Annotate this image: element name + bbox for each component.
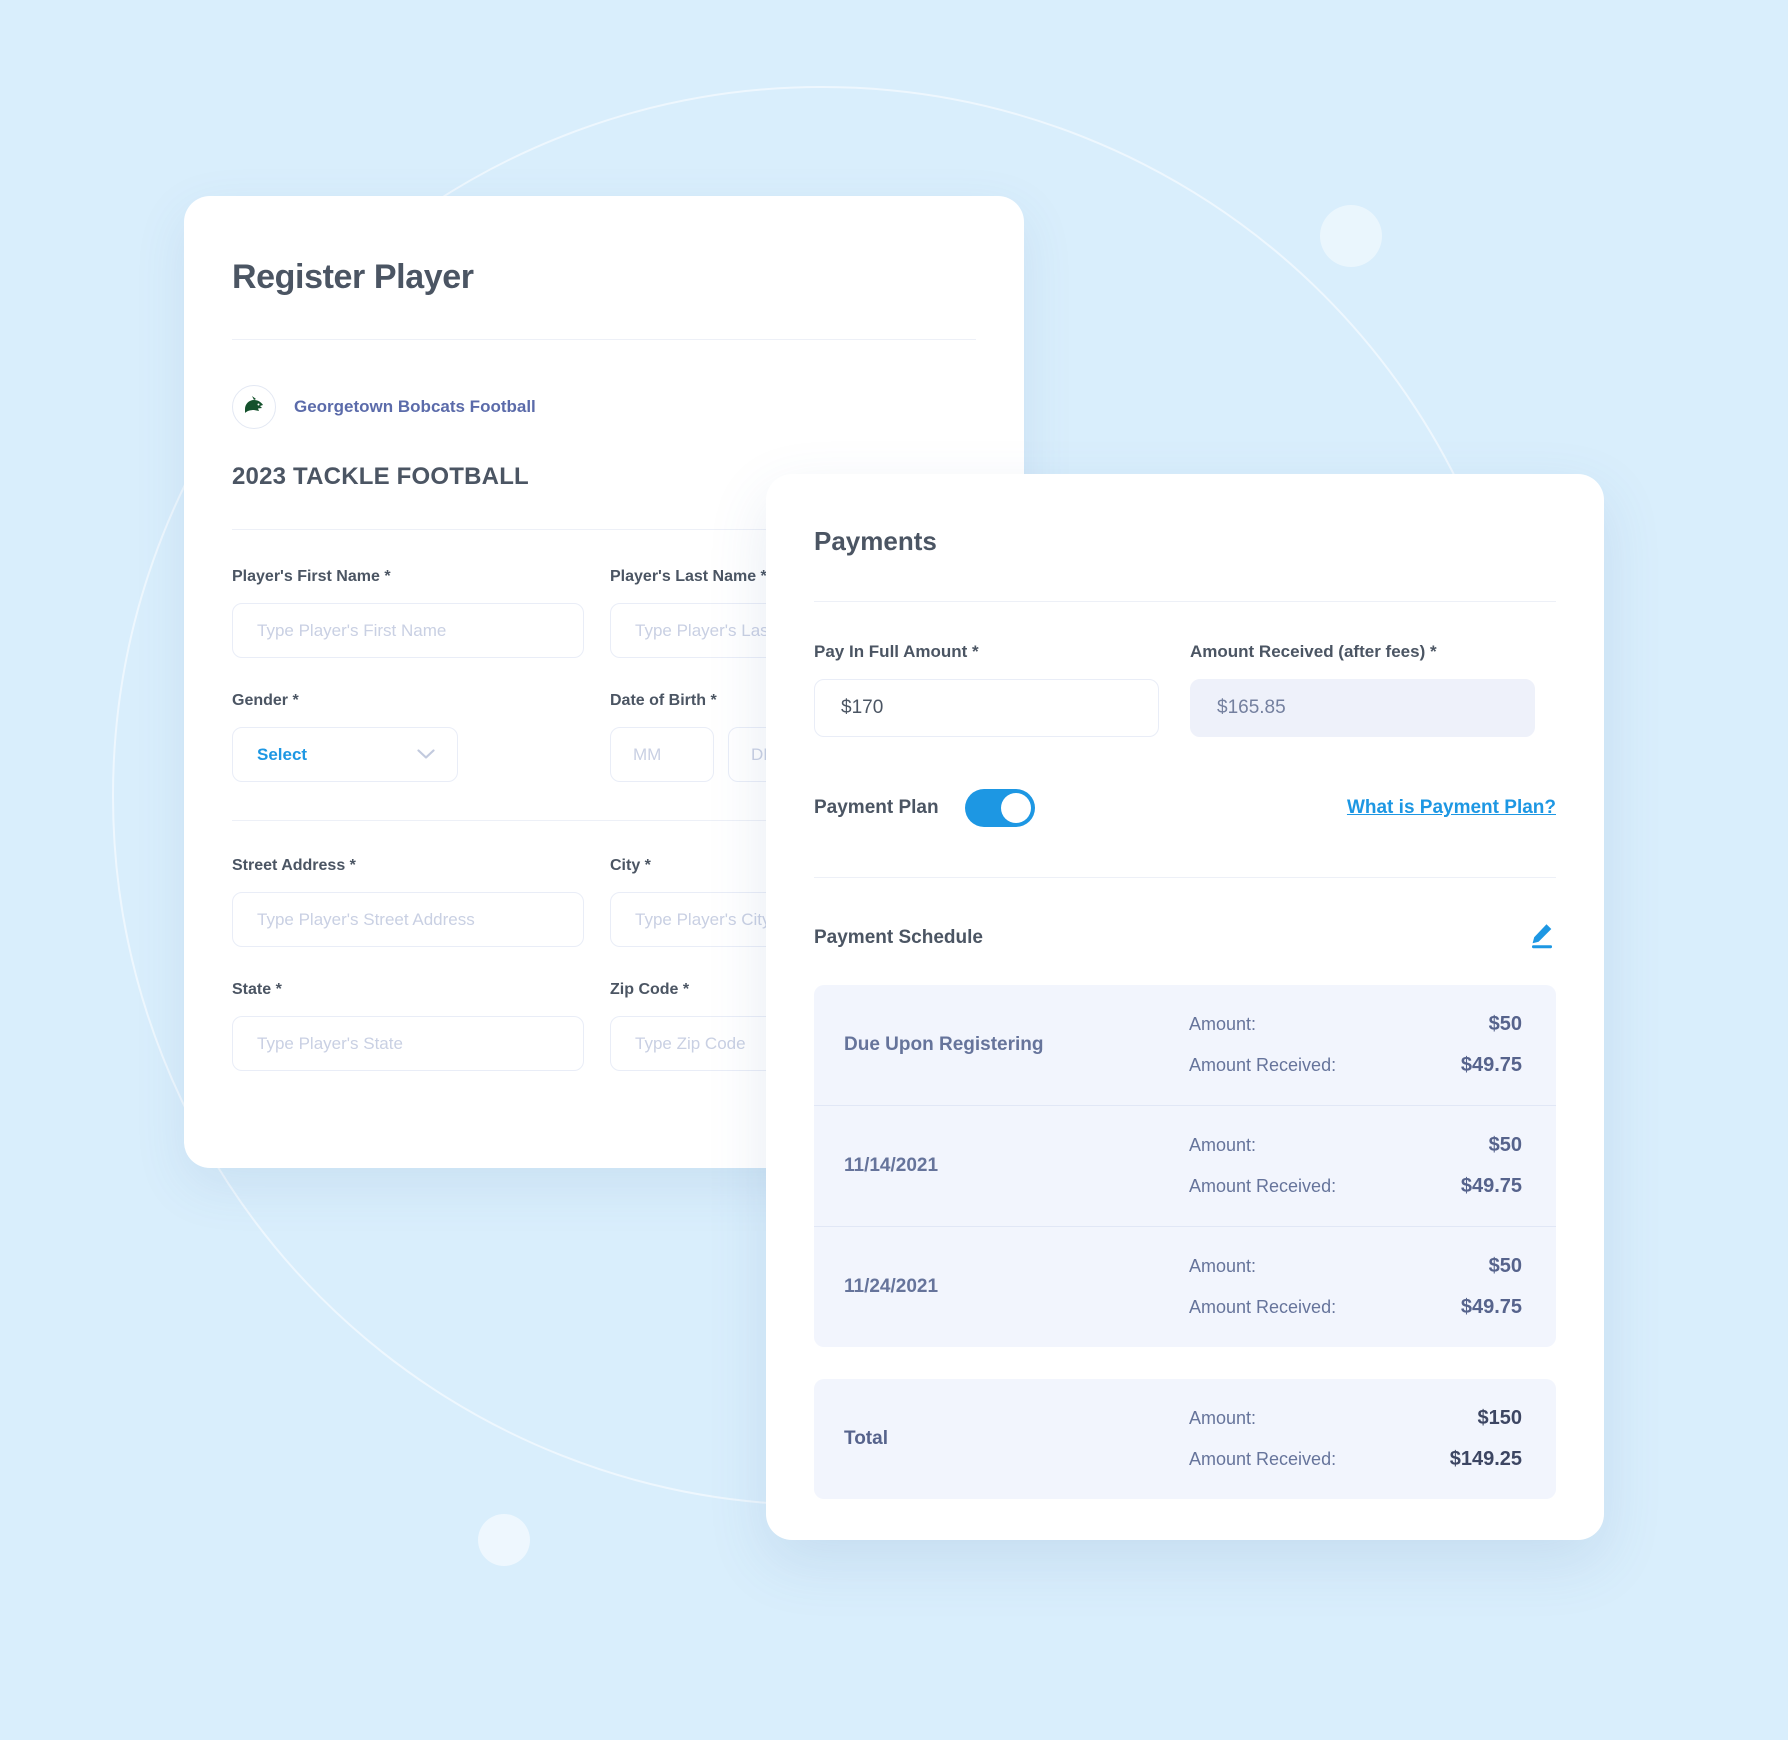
decorative-circle-bottom <box>478 1514 530 1566</box>
field-first-name: Player's First Name * Type Player's Firs… <box>232 568 584 658</box>
state-input[interactable]: Type Player's State <box>232 1016 584 1071</box>
payment-schedule-title: Payment Schedule <box>814 926 983 948</box>
schedule-row-name: Due Upon Registering <box>844 1034 1044 1055</box>
total-amount-value: $150 <box>1477 1407 1523 1429</box>
gender-selected-value: Select <box>257 744 308 764</box>
organization-row: Georgetown Bobcats Football <box>232 385 976 429</box>
street-address-label: Street Address * <box>232 857 356 874</box>
schedule-amount-line: Amount: $50 <box>1189 1013 1522 1036</box>
organization-name: Georgetown Bobcats Football <box>294 397 536 416</box>
amount-received-value: $49.75 <box>1460 1296 1522 1318</box>
title-divider <box>232 339 976 340</box>
amount-received-value: $49.75 <box>1460 1175 1522 1197</box>
field-pay-in-full: Pay In Full Amount * $170 <box>814 642 1159 737</box>
what-is-payment-plan-link[interactable]: What is Payment Plan? <box>1347 797 1556 819</box>
field-gender: Gender * Select <box>232 692 584 782</box>
table-row: Due Upon Registering Amount: $50 Amount … <box>814 985 1556 1105</box>
edit-pencil-icon[interactable] <box>1526 920 1556 955</box>
amount-label: Amount: <box>1189 1135 1257 1155</box>
amount-received-row-label: Amount Received: <box>1189 1297 1337 1317</box>
street-address-input[interactable]: Type Player's Street Address <box>232 892 584 947</box>
schedule-total-row: Total Amount: $150 Amount Received: $149… <box>814 1379 1556 1499</box>
state-label: State * <box>232 981 282 998</box>
amount-value: $50 <box>1488 1255 1522 1277</box>
amount-label: Amount: <box>1189 1408 1257 1428</box>
table-row: 11/14/2021 Amount: $50 Amount Received: … <box>814 1105 1556 1226</box>
gender-label: Gender * <box>232 692 299 709</box>
first-name-input[interactable]: Type Player's First Name <box>232 603 584 658</box>
payment-schedule-header: Payment Schedule <box>814 920 1556 955</box>
amount-received-row-label: Amount Received: <box>1189 1055 1337 1075</box>
schedule-row-name: 11/24/2021 <box>844 1276 939 1297</box>
schedule-row-amounts: Amount: $50 Amount Received: $49.75 <box>1189 1134 1522 1198</box>
amount-value: $50 <box>1488 1013 1522 1035</box>
payments-title-divider <box>814 601 1556 602</box>
amount-label: Amount: <box>1189 1014 1257 1034</box>
total-amount-received-line: Amount Received: $149.25 <box>1189 1448 1522 1471</box>
chevron-down-icon <box>417 745 435 765</box>
total-amounts: Amount: $150 Amount Received: $149.25 <box>1189 1407 1522 1471</box>
schedule-row-amounts: Amount: $50 Amount Received: $49.75 <box>1189 1013 1522 1077</box>
dob-month-input[interactable]: MM <box>610 727 714 782</box>
amount-received-input: $165.85 <box>1190 679 1535 737</box>
payment-plan-left: Payment Plan <box>814 789 1035 827</box>
schedule-amount-received-line: Amount Received: $49.75 <box>1189 1054 1522 1077</box>
amount-received-value: $49.75 <box>1460 1054 1522 1076</box>
amount-label: Amount: <box>1189 1256 1257 1276</box>
table-row: 11/24/2021 Amount: $50 Amount Received: … <box>814 1226 1556 1347</box>
total-amount-received-value: $149.25 <box>1449 1448 1522 1470</box>
pay-in-full-label: Pay In Full Amount * <box>814 642 979 661</box>
amount-received-row-label: Amount Received: <box>1189 1449 1337 1469</box>
field-street-address: Street Address * Type Player's Street Ad… <box>232 857 584 947</box>
payment-plan-label: Payment Plan <box>814 797 939 818</box>
decorative-circle-top <box>1320 205 1382 267</box>
amount-received-label: Amount Received (after fees) * <box>1190 642 1437 661</box>
amount-value: $50 <box>1488 1134 1522 1156</box>
payment-schedule-list: Due Upon Registering Amount: $50 Amount … <box>814 985 1556 1499</box>
schedule-row-amounts: Amount: $50 Amount Received: $49.75 <box>1189 1255 1522 1319</box>
payments-title: Payments <box>814 526 937 556</box>
schedule-amount-line: Amount: $50 <box>1189 1134 1522 1157</box>
toggle-knob <box>1000 793 1031 823</box>
page-title: Register Player <box>232 258 474 296</box>
total-amount-line: Amount: $150 <box>1189 1407 1522 1430</box>
field-state: State * Type Player's State <box>232 981 584 1071</box>
schedule-amount-received-line: Amount Received: $49.75 <box>1189 1175 1522 1198</box>
payment-plan-toggle[interactable] <box>964 789 1035 827</box>
payments-card: Payments Pay In Full Amount * $170 Amoun… <box>766 474 1604 1540</box>
amount-received-row-label: Amount Received: <box>1189 1176 1337 1196</box>
gender-select[interactable]: Select <box>232 727 458 782</box>
bobcat-head-icon <box>232 385 276 429</box>
payment-plan-divider <box>814 877 1556 878</box>
pay-in-full-input[interactable]: $170 <box>814 679 1159 737</box>
schedule-amount-received-line: Amount Received: $49.75 <box>1189 1296 1522 1319</box>
first-name-label: Player's First Name * <box>232 568 391 585</box>
schedule-row-name: 11/14/2021 <box>844 1155 939 1176</box>
payment-amount-grid: Pay In Full Amount * $170 Amount Receive… <box>814 642 1556 737</box>
field-amount-received: Amount Received (after fees) * $165.85 <box>1190 642 1535 737</box>
schedule-amount-line: Amount: $50 <box>1189 1255 1522 1278</box>
total-label: Total <box>844 1428 888 1449</box>
payment-plan-row: Payment Plan What is Payment Plan? <box>814 789 1556 827</box>
